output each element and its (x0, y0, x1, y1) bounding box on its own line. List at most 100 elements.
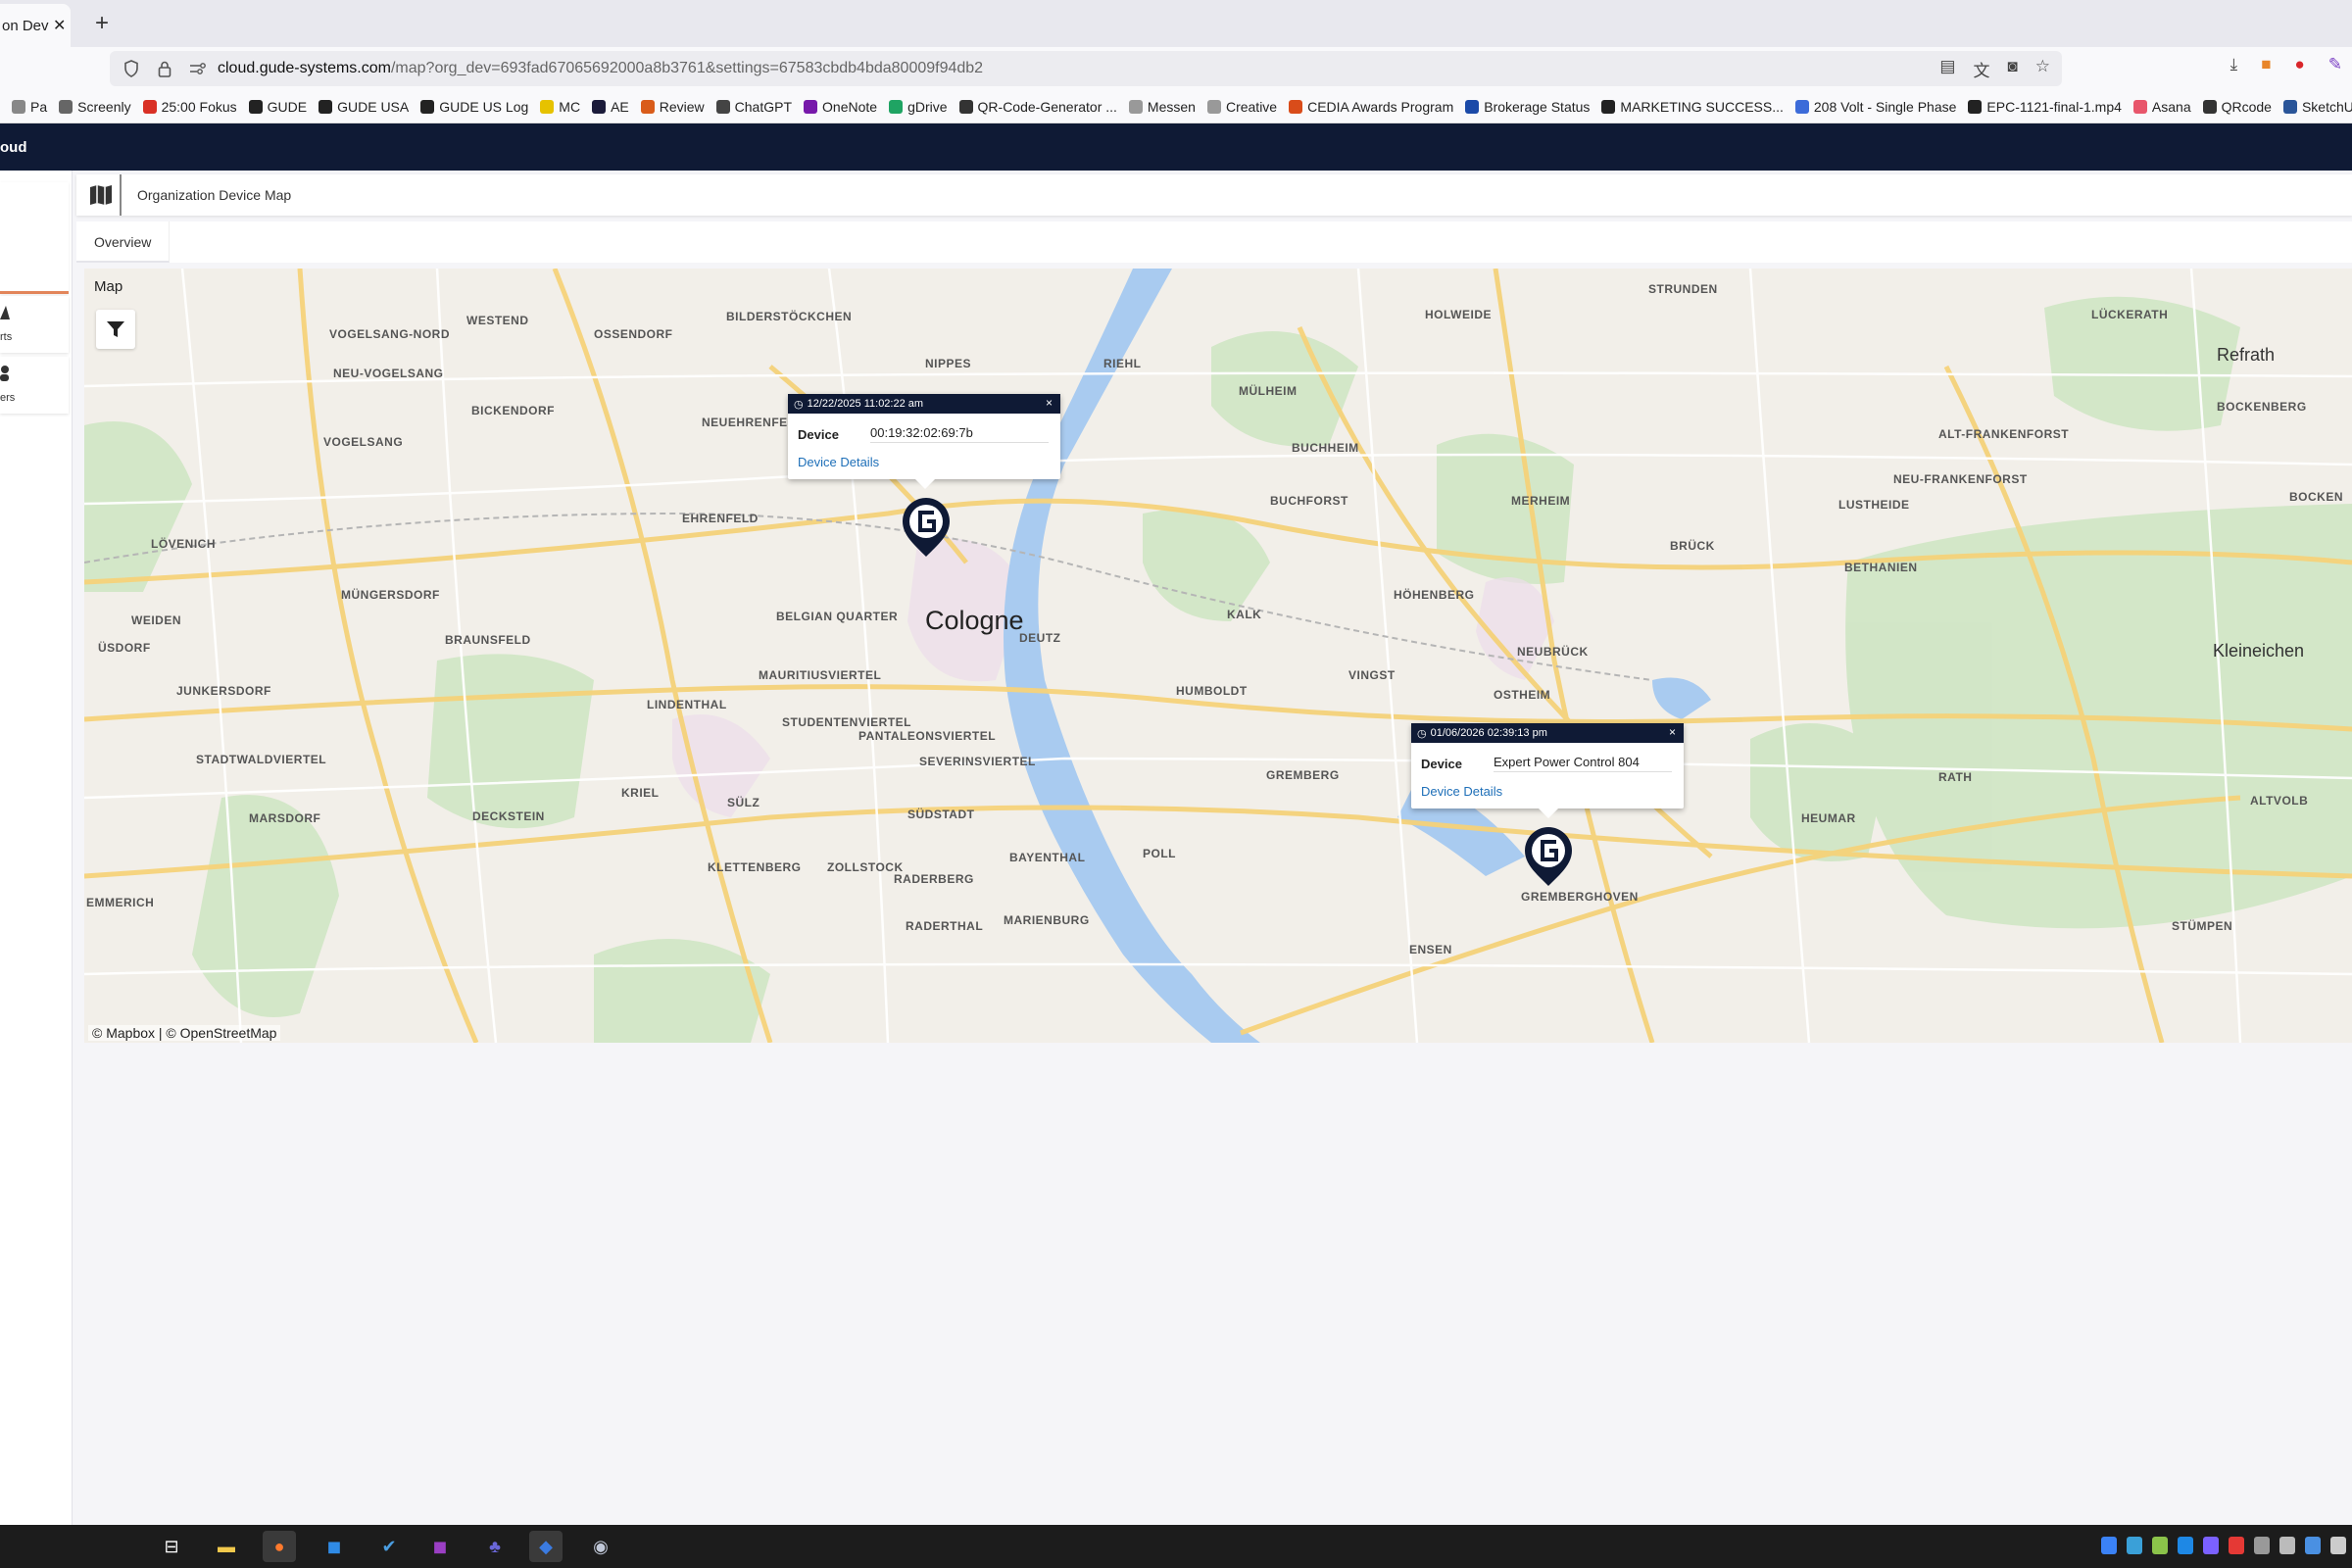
bookmark-favicon-icon (2132, 99, 2147, 114)
tray-icon[interactable] (2254, 1537, 2270, 1554)
tray-icon[interactable] (2101, 1537, 2117, 1554)
bookmark-item[interactable]: 25:00 Fokus (142, 98, 237, 115)
bookmark-item[interactable]: EPC-1121-final-1.mp4 (1968, 98, 2122, 115)
url-path: /map?org_dev=693fad67065692000a8b3761&se… (390, 60, 984, 76)
bookmark-item[interactable]: QRcode (2202, 99, 2272, 115)
onenote-icon[interactable]: ◼ (423, 1531, 457, 1562)
bookmark-item[interactable]: gDrive (889, 98, 948, 115)
place-label: ENSEN (1409, 943, 1452, 956)
tray-icon[interactable] (2127, 1537, 2142, 1554)
app-icon-globe[interactable]: ◉ (584, 1531, 617, 1562)
bookmark-label: 25:00 Fokus (161, 98, 237, 115)
page-header: Organization Device Map (76, 174, 2352, 216)
browser-tabstrip: on Devi ✕ + (0, 0, 2352, 47)
permissions-icon[interactable] (186, 57, 210, 80)
download-icon[interactable]: ⤓ (2230, 55, 2238, 74)
place-label: POLL (1143, 847, 1176, 860)
bookmark-item[interactable]: Review (640, 99, 705, 115)
close-icon[interactable]: × (1046, 396, 1053, 410)
bookmark-item[interactable]: CEDIA Awards Program (1289, 99, 1453, 115)
tray-icon[interactable] (2305, 1537, 2321, 1554)
tray-icon[interactable] (2203, 1537, 2219, 1554)
browser-navbar: cloud.gude-systems.com/map?org_dev=693fa… (0, 47, 2352, 90)
place-label: MÜNGERSDORF (341, 588, 440, 602)
bookmark-favicon-icon (248, 99, 263, 114)
bookmark-item[interactable]: Messen (1128, 99, 1196, 115)
tray-icon[interactable] (2152, 1537, 2168, 1554)
pocket-icon[interactable]: ◙ (2007, 57, 2017, 81)
browser-tab[interactable]: on Devi ✕ (0, 4, 71, 47)
bookmark-item[interactable]: Pa (12, 99, 47, 115)
device-map[interactable]: Map Cologne Refrath Kleineichen BILDERST… (84, 269, 2352, 1043)
bookmark-item[interactable]: Brokerage Status (1465, 99, 1590, 115)
bookmark-item[interactable]: GUDE (248, 99, 307, 115)
popup-timestamp: 12/22/2025 11:02:22 am (807, 398, 924, 410)
file-explorer-icon[interactable]: ▬ (210, 1531, 243, 1562)
tray-icon[interactable] (2279, 1537, 2295, 1554)
url-text[interactable]: cloud.gude-systems.com/map?org_dev=693fa… (218, 60, 983, 77)
place-label: BUCHFORST (1270, 494, 1348, 508)
outlook-icon[interactable]: ◼ (318, 1531, 351, 1562)
map-tiles (84, 269, 2352, 1043)
teams-icon[interactable]: ♣ (478, 1531, 512, 1562)
place-label: STRUNDEN (1648, 282, 1718, 296)
place-label: EHRENFELD (682, 512, 759, 525)
bookmark-item[interactable]: SketchUp (2282, 99, 2352, 115)
bookmark-label: gDrive (907, 98, 948, 115)
app-icon-blue[interactable]: ◆ (529, 1531, 563, 1562)
bookmark-item[interactable]: AE (592, 99, 629, 115)
popup-device-label: Device (798, 426, 839, 442)
sidebar-active-section[interactable] (0, 182, 69, 294)
bookmarks-bar: Pa Screenly 25:00 Fokus GUDE GUDE USA GUDE US… (0, 90, 2352, 123)
place-label: ALT-FRANKENFORST (1938, 427, 2070, 441)
city-label-3: Kleineichen (2213, 641, 2305, 661)
tab-close-icon[interactable]: ✕ (53, 16, 66, 35)
bookmark-item[interactable]: Screenly (59, 99, 131, 115)
bookmark-item[interactable]: QR-Code-Generator ... (958, 99, 1117, 115)
firefox-icon[interactable]: ● (263, 1531, 296, 1562)
tab-overview[interactable]: Overview (76, 221, 171, 263)
bookmark-item[interactable]: GUDE US Log (420, 99, 528, 115)
bookmark-item[interactable]: ChatGPT (715, 99, 792, 115)
bookmark-item[interactable]: Creative (1206, 98, 1278, 115)
bookmark-star-icon[interactable]: ☆ (2035, 57, 2050, 81)
new-tab-button[interactable]: + (86, 8, 118, 39)
tray-icon[interactable] (2330, 1537, 2346, 1554)
filter-button[interactable] (96, 310, 135, 349)
place-label: KLETTENBERG (708, 860, 802, 874)
bookmark-item[interactable]: OneNote (804, 99, 877, 115)
lock-icon[interactable] (153, 57, 176, 80)
place-label: BRÜCK (1670, 539, 1715, 553)
bookmark-item[interactable]: GUDE USA (318, 99, 409, 115)
map-attribution[interactable]: © Mapbox | © OpenStreetMap (88, 1025, 281, 1041)
address-bar[interactable]: cloud.gude-systems.com/map?org_dev=693fa… (110, 51, 2062, 86)
bookmark-item[interactable]: Asana (2132, 99, 2191, 115)
bookmark-favicon-icon (1289, 99, 1303, 114)
bookmark-item[interactable]: 208 Volt - Single Phase (1794, 99, 1956, 115)
translate-icon[interactable]: 文 (1973, 57, 1989, 81)
bookmark-item[interactable]: MARKETING SUCCESS... (1601, 99, 1784, 115)
device-details-link[interactable]: Device Details (788, 449, 1060, 479)
device-marker-icon[interactable] (1523, 825, 1574, 888)
shield-icon[interactable] (120, 57, 143, 80)
sidebar-item-alerts[interactable]: rts (0, 296, 69, 353)
todo-icon[interactable]: ✔ (372, 1531, 406, 1562)
task-view-icon[interactable]: ⊟ (155, 1531, 188, 1562)
bookmark-label: EPC-1121-final-1.mp4 (1986, 98, 2122, 115)
place-label: RADERBERG (894, 872, 974, 886)
popup-header: ◷ 01/06/2026 02:39:13 pm × (1411, 723, 1684, 743)
reader-view-icon[interactable]: ▤ (1939, 57, 1955, 81)
bookmark-item[interactable]: MC (540, 99, 580, 115)
tray-icon[interactable] (2178, 1537, 2193, 1554)
device-marker-icon[interactable] (901, 496, 952, 559)
place-label: HÖHENBERG (1394, 588, 1475, 602)
extension-pen-icon[interactable]: ✎ (2328, 55, 2342, 74)
close-icon[interactable]: × (1669, 725, 1676, 739)
bookmark-label: Creative (1225, 98, 1278, 115)
sidebar-item-users[interactable]: ers (0, 357, 69, 414)
tray-icon[interactable] (2229, 1537, 2244, 1554)
popup-device-row: Device Expert Power Control 804 (1411, 749, 1684, 778)
device-details-link[interactable]: Device Details (1411, 778, 1684, 808)
extension-rss-icon[interactable]: ■ (2261, 55, 2271, 74)
extension-adblock-icon[interactable]: ● (2294, 55, 2304, 74)
